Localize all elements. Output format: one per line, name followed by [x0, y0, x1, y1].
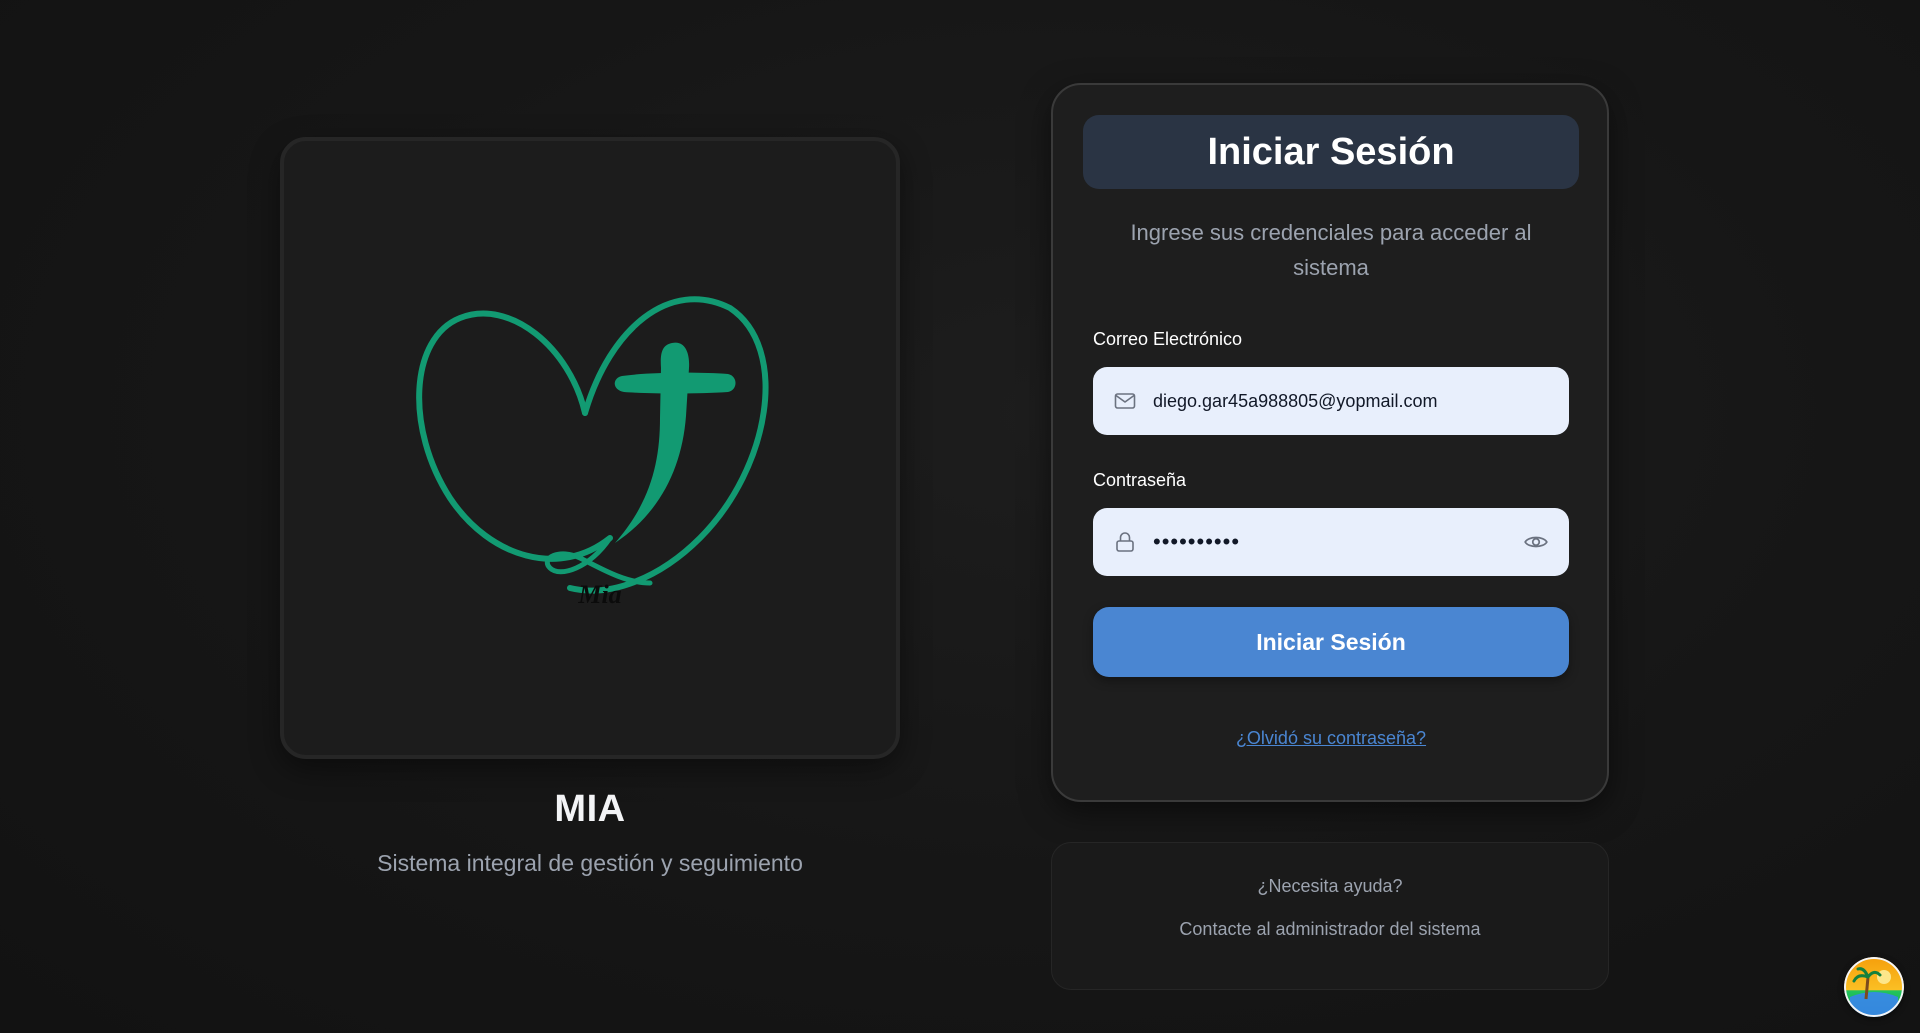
logo-card: Mia: [280, 137, 900, 759]
mia-heart-cross-logo-icon: Mia: [416, 296, 769, 609]
password-label: Contraseña: [1093, 470, 1187, 490]
email-field-container[interactable]: [1093, 367, 1569, 435]
login-subtitle: Ingrese sus credenciales para acceder al…: [1130, 220, 1532, 280]
login-header: Iniciar Sesión: [1083, 115, 1579, 189]
login-title: Iniciar Sesión: [1207, 130, 1455, 173]
help-title: ¿Necesita ayuda?: [1257, 876, 1403, 896]
logo-caption: Mia: [577, 580, 621, 609]
login-page: Mia MIA Sistema integral de gestión y se…: [0, 0, 1920, 1033]
brand-name: MIA: [554, 788, 626, 830]
email-field[interactable]: [1153, 390, 1549, 412]
help-card: ¿Necesita ayuda? Contacte al administrad…: [1051, 842, 1609, 990]
mail-icon: [1114, 393, 1136, 409]
password-field-container[interactable]: [1093, 508, 1569, 576]
floating-avatar-button[interactable]: [1844, 957, 1904, 1017]
brand-tagline: Sistema integral de gestión y seguimient…: [377, 850, 803, 876]
login-submit-button[interactable]: Iniciar Sesión: [1093, 607, 1569, 677]
beach-avatar-icon: [1844, 957, 1904, 1017]
help-text: Contacte al administrador del sistema: [1179, 919, 1481, 939]
password-field[interactable]: [1153, 529, 1523, 555]
forgot-password-link[interactable]: ¿Olvidó su contraseña?: [1093, 728, 1569, 749]
lock-icon: [1116, 532, 1134, 552]
email-label: Correo Electrónico: [1093, 329, 1243, 349]
eye-icon[interactable]: [1523, 529, 1549, 555]
login-card: Iniciar Sesión Ingrese sus credenciales …: [1051, 83, 1609, 802]
